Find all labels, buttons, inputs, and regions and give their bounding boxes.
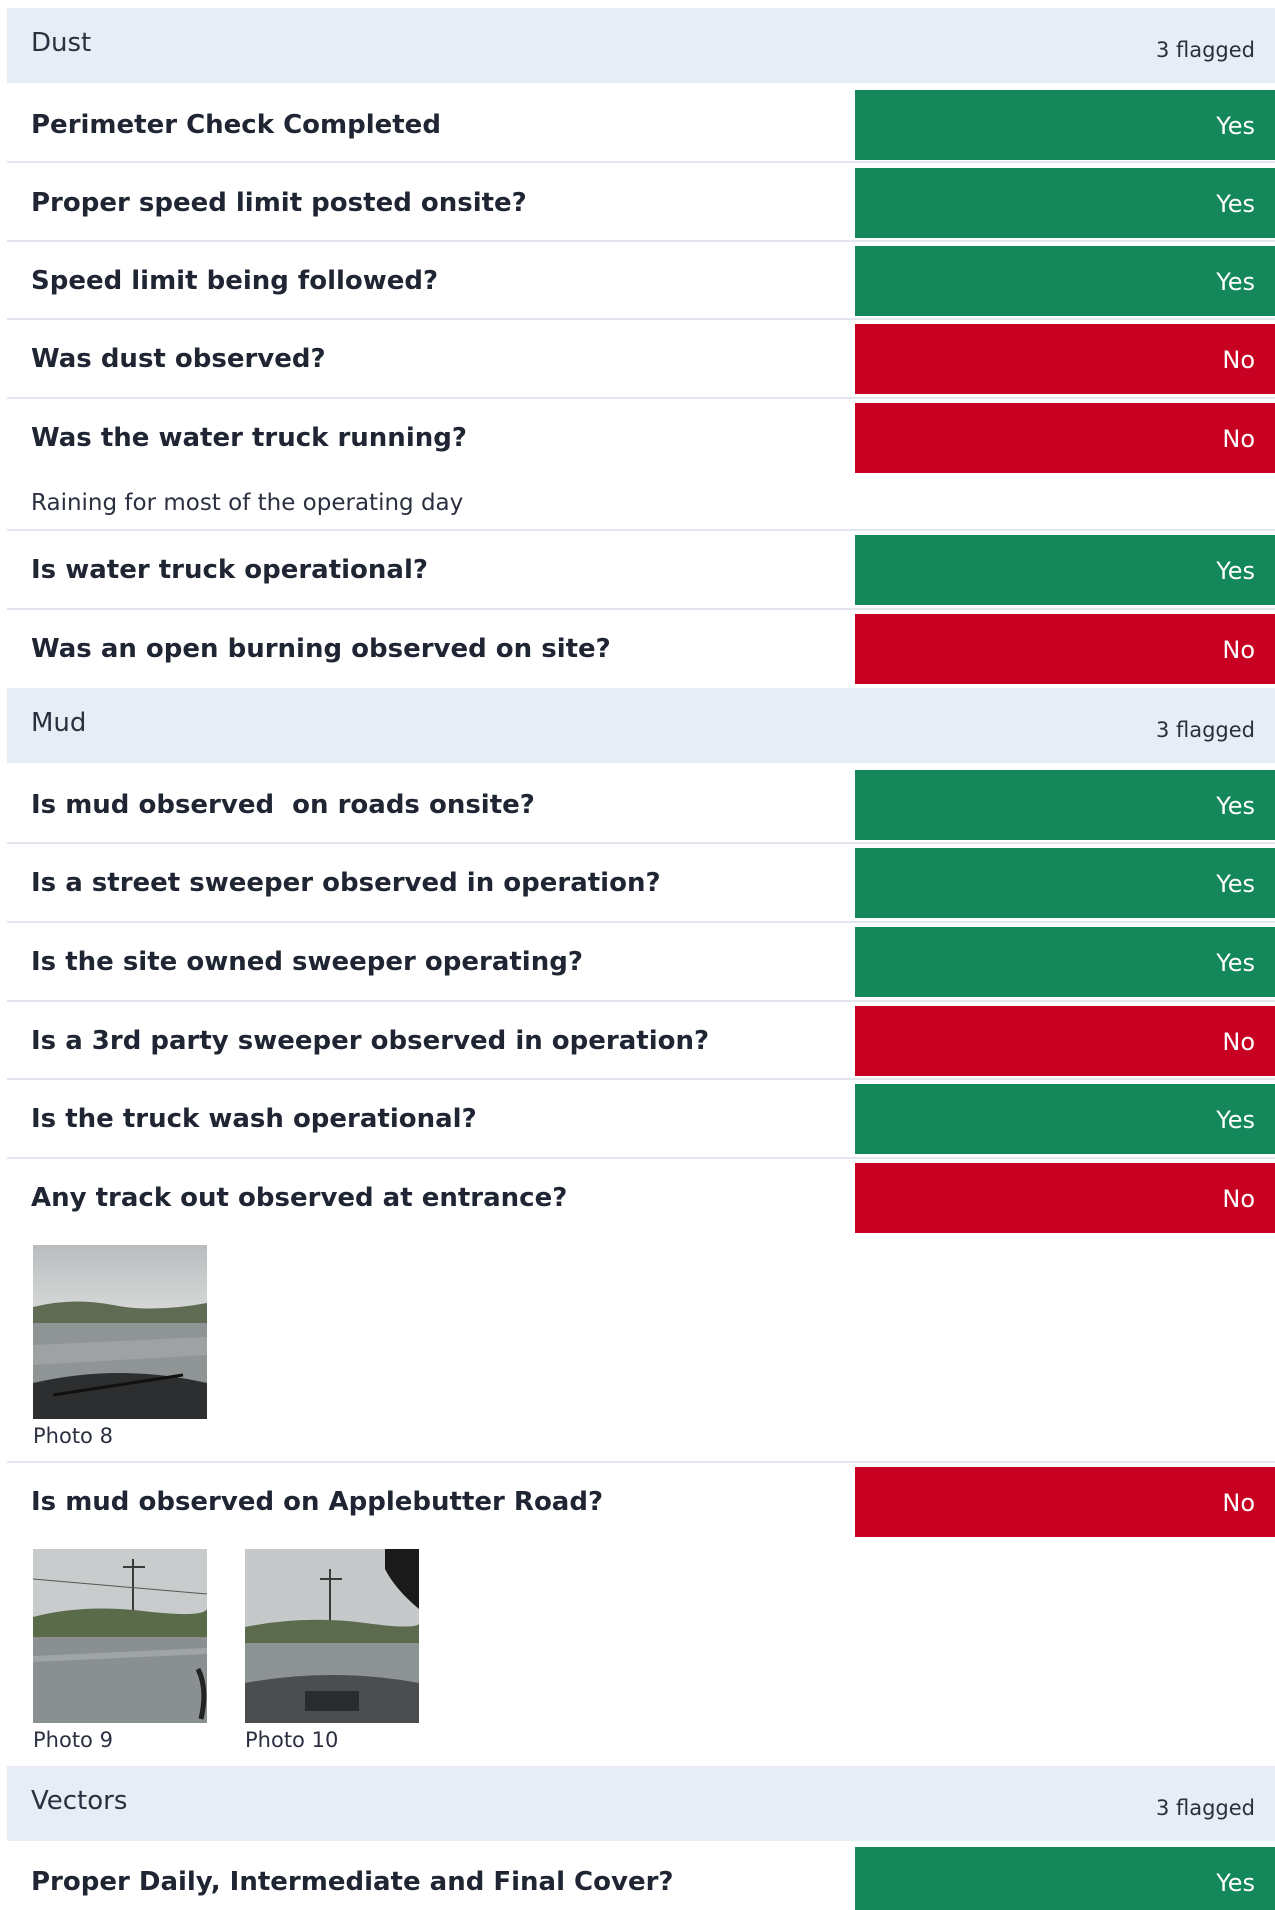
photo-thumbnail[interactable] bbox=[245, 1549, 419, 1723]
question-row: Proper Daily, Intermediate and Final Cov… bbox=[7, 1843, 1275, 1910]
answer-no-badge[interactable]: No bbox=[855, 1467, 1275, 1537]
question-row: Was dust observed? No bbox=[7, 320, 1275, 395]
question-row: Is a street sweeper observed in operatio… bbox=[7, 844, 1275, 919]
question-text: Proper Daily, Intermediate and Final Cov… bbox=[31, 1867, 674, 1897]
section-header-vectors: Vectors 3 flagged bbox=[7, 1766, 1275, 1841]
question-text: Was the water truck running? bbox=[31, 423, 467, 453]
answer-yes-badge[interactable]: Yes bbox=[855, 246, 1275, 316]
section-header-mud: Mud 3 flagged bbox=[7, 688, 1275, 763]
question-row: Was an open burning observed on site? No bbox=[7, 610, 1275, 685]
answer-no-badge[interactable]: No bbox=[855, 1006, 1275, 1076]
question-text: Is mud observed on Applebutter Road? bbox=[31, 1487, 604, 1517]
question-text: Any track out observed at entrance? bbox=[31, 1183, 568, 1213]
question-text: Is a street sweeper observed in operatio… bbox=[31, 868, 661, 898]
answer-no-badge[interactable]: No bbox=[855, 1163, 1275, 1233]
question-row: Is mud observed on roads onsite? Yes bbox=[7, 766, 1275, 841]
question-text: Is the site owned sweeper operating? bbox=[31, 947, 583, 977]
answer-yes-badge[interactable]: Yes bbox=[855, 1084, 1275, 1154]
question-text: Speed limit being followed? bbox=[31, 266, 439, 296]
section-title: Vectors bbox=[31, 1786, 128, 1816]
question-text: Is the truck wash operational? bbox=[31, 1104, 477, 1134]
question-text: Was dust observed? bbox=[31, 344, 326, 374]
question-row: Is the truck wash operational? Yes bbox=[7, 1080, 1275, 1155]
photo-thumbnail[interactable] bbox=[33, 1549, 207, 1723]
photo-caption: Photo 10 bbox=[245, 1728, 339, 1752]
question-row: Is water truck operational? Yes bbox=[7, 531, 1275, 606]
question-row: Perimeter Check Completed Yes bbox=[7, 86, 1275, 161]
photo-thumbnail[interactable] bbox=[33, 1245, 207, 1419]
question-text: Proper speed limit posted onsite? bbox=[31, 188, 527, 218]
flagged-count: 3 flagged bbox=[1155, 1796, 1255, 1820]
section-header-dust: Dust 3 flagged bbox=[7, 8, 1275, 83]
section-title: Mud bbox=[31, 708, 87, 738]
question-row: Is a 3rd party sweeper observed in opera… bbox=[7, 1002, 1275, 1077]
question-text: Was an open burning observed on site? bbox=[31, 634, 611, 664]
answer-yes-badge[interactable]: Yes bbox=[855, 535, 1275, 605]
question-text: Is mud observed on roads onsite? bbox=[31, 790, 535, 820]
question-row: Is mud observed on Applebutter Road? No bbox=[7, 1463, 1275, 1538]
answer-no-badge[interactable]: No bbox=[855, 324, 1275, 394]
answer-yes-badge[interactable]: Yes bbox=[855, 1847, 1275, 1910]
question-row: Any track out observed at entrance? No bbox=[7, 1159, 1275, 1234]
answer-yes-badge[interactable]: Yes bbox=[855, 90, 1275, 160]
question-row: Proper speed limit posted onsite? Yes bbox=[7, 164, 1275, 239]
answer-no-badge[interactable]: No bbox=[855, 614, 1275, 684]
answer-yes-badge[interactable]: Yes bbox=[855, 848, 1275, 918]
divider bbox=[7, 161, 1275, 163]
question-text: Perimeter Check Completed bbox=[31, 110, 441, 140]
question-text: Is water truck operational? bbox=[31, 555, 428, 585]
answer-yes-badge[interactable]: Yes bbox=[855, 168, 1275, 238]
question-note: Raining for most of the operating day bbox=[31, 490, 464, 516]
answer-no-badge[interactable]: No bbox=[855, 403, 1275, 473]
question-row: Speed limit being followed? Yes bbox=[7, 242, 1275, 317]
photo-caption: Photo 8 bbox=[33, 1424, 113, 1448]
answer-yes-badge[interactable]: Yes bbox=[855, 770, 1275, 840]
question-text: Is a 3rd party sweeper observed in opera… bbox=[31, 1026, 710, 1056]
section-title: Dust bbox=[31, 28, 92, 58]
answer-yes-badge[interactable]: Yes bbox=[855, 927, 1275, 997]
question-row: Is the site owned sweeper operating? Yes bbox=[7, 923, 1275, 998]
flagged-count: 3 flagged bbox=[1155, 718, 1255, 742]
photo-caption: Photo 9 bbox=[33, 1728, 113, 1752]
question-row: Was the water truck running? No bbox=[7, 399, 1275, 474]
flagged-count: 3 flagged bbox=[1155, 38, 1255, 62]
